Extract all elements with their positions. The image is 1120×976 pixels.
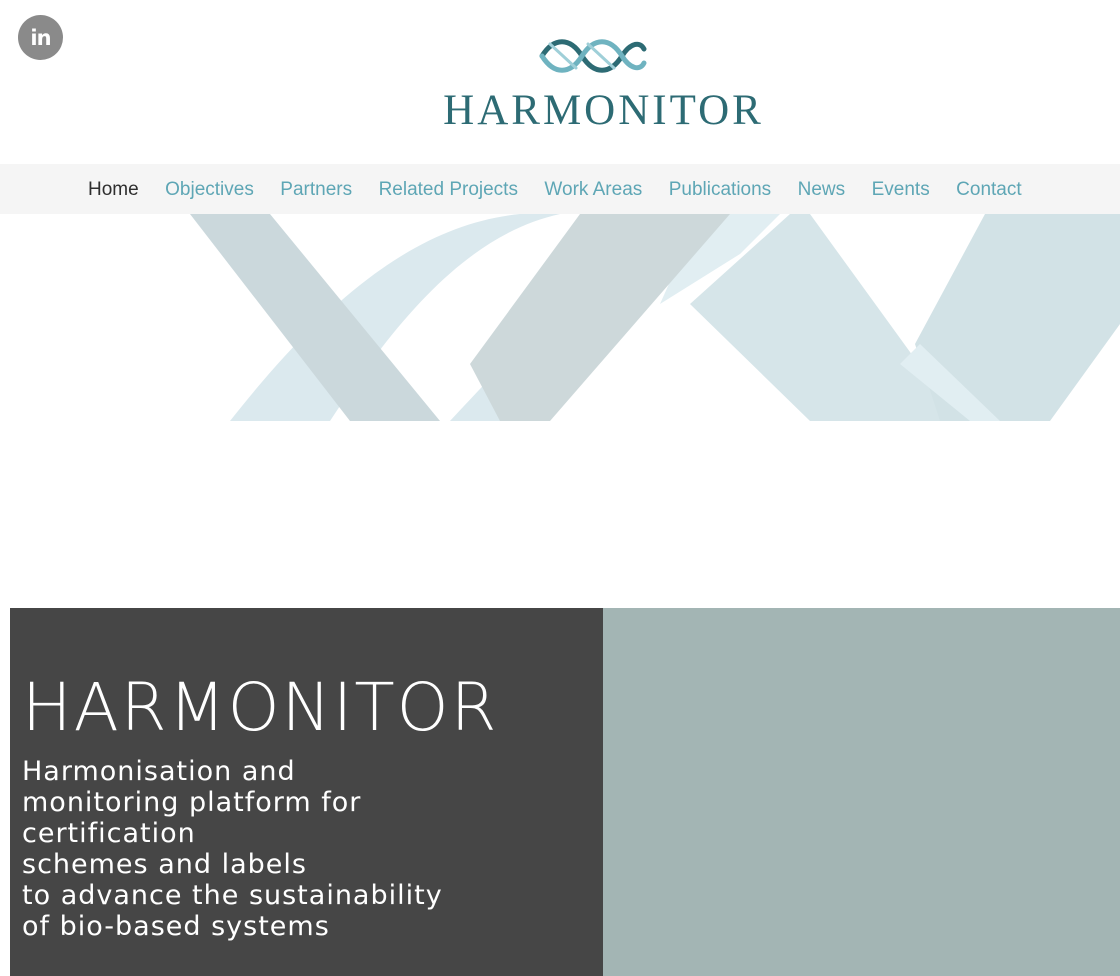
- nav-item-home[interactable]: Home: [88, 164, 139, 214]
- hero-image-panel: [603, 608, 1120, 976]
- nav-item-publications[interactable]: Publications: [669, 164, 771, 214]
- nav-item-contact[interactable]: Contact: [956, 164, 1021, 214]
- nav-item-events[interactable]: Events: [872, 164, 930, 214]
- nav-item-objectives[interactable]: Objectives: [165, 164, 254, 214]
- nav-item-news[interactable]: News: [798, 164, 846, 214]
- decorative-helix-banner: [190, 214, 1120, 421]
- hero-subtitle-line: of bio-based systems: [22, 911, 330, 942]
- hero-subtitle-line: certification: [22, 818, 196, 849]
- site-logo-wordmark[interactable]: HARMONITOR: [0, 86, 1120, 135]
- hero-subtitle-line: schemes and labels: [22, 849, 307, 880]
- hero-subtitle-line: monitoring platform for: [22, 787, 362, 818]
- hero-subtitle-line: Harmonisation and: [22, 756, 296, 787]
- hero-title: HARMONITOR: [22, 669, 499, 746]
- main-navigation: Home Objectives Partners Related Project…: [0, 164, 1120, 214]
- hero-subtitle-line: to advance the sustainability: [22, 880, 443, 911]
- nav-item-related-projects[interactable]: Related Projects: [379, 164, 518, 214]
- nav-item-work-areas[interactable]: Work Areas: [544, 164, 642, 214]
- dna-helix-logo-icon[interactable]: [536, 35, 648, 77]
- hero-text-panel: HARMONITOR Harmonisation and monitoring …: [10, 608, 603, 976]
- nav-item-partners[interactable]: Partners: [280, 164, 352, 214]
- hero-subtitle: Harmonisation and monitoring platform fo…: [22, 756, 592, 942]
- linkedin-icon[interactable]: in: [18, 15, 63, 60]
